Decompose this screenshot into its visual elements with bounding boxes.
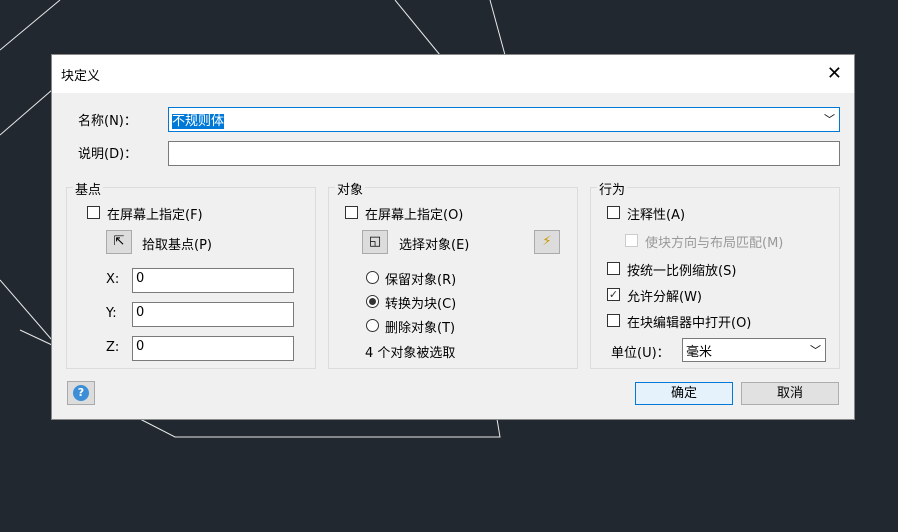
quick-select-icon[interactable]: ⚡: [534, 230, 560, 254]
x-input[interactable]: 0: [132, 268, 294, 293]
convert-label: 转换为块(C): [385, 297, 457, 312]
z-input[interactable]: 0: [132, 336, 294, 361]
match-orientation-label: 使块方向与布局匹配(M): [645, 236, 784, 251]
behavior-group: 行为 注释性(A) 使块方向与布局匹配(M) 按统一比例缩放(S) ✓ 允许分解…: [590, 179, 840, 369]
base-specify-label: 在屏幕上指定(F): [107, 208, 203, 223]
select-objects-icon[interactable]: ◱: [362, 230, 388, 254]
objects-title: 对象: [335, 179, 366, 198]
unit-value: 毫米: [686, 345, 713, 360]
select-objects-button[interactable]: 选择对象(E): [399, 234, 469, 253]
retain-radio[interactable]: [366, 271, 379, 284]
scale-uniformly-label: 按统一比例缩放(S): [627, 264, 737, 279]
behavior-title: 行为: [597, 179, 628, 198]
delete-label: 删除对象(T): [385, 321, 456, 336]
match-orientation-checkbox[interactable]: [625, 234, 638, 247]
pick-point-icon[interactable]: ⇱: [106, 230, 132, 254]
description-label: 说明(D)：: [78, 147, 138, 162]
open-in-editor-checkbox[interactable]: [607, 314, 620, 327]
chevron-down-icon[interactable]: ﹀: [824, 111, 835, 127]
pick-point-button[interactable]: 拾取基点(P): [142, 234, 212, 253]
title-bar: 块定义 ✕: [52, 55, 854, 93]
base-specify-checkbox[interactable]: [87, 206, 100, 219]
y-label: Y:: [106, 306, 117, 321]
retain-label: 保留对象(R): [385, 273, 457, 288]
name-value: 不规则体: [172, 114, 225, 129]
unit-select[interactable]: 毫米 ﹀: [682, 338, 826, 362]
z-label: Z:: [106, 340, 120, 355]
y-input[interactable]: 0: [132, 302, 294, 327]
scale-uniformly-checkbox[interactable]: [607, 262, 620, 275]
annotative-label: 注释性(A): [627, 208, 686, 223]
name-combobox[interactable]: 不规则体 ﹀: [168, 107, 840, 132]
annotative-checkbox[interactable]: [607, 206, 620, 219]
allow-explode-label: 允许分解(W): [627, 290, 702, 305]
allow-explode-checkbox[interactable]: ✓: [607, 288, 620, 301]
x-label: X:: [106, 272, 120, 287]
ok-button[interactable]: 确定: [635, 382, 733, 405]
objects-specify-label: 在屏幕上指定(O): [365, 208, 464, 223]
convert-radio[interactable]: [366, 295, 379, 308]
block-definition-dialog: 块定义 ✕ 名称(N)： 不规则体 ﹀ 说明(D)： 基点 在屏幕上指定(F) …: [52, 55, 854, 419]
base-point-group: 基点 在屏幕上指定(F) ⇱ 拾取基点(P) X: 0 Y: 0 Z: 0: [66, 179, 316, 369]
close-icon[interactable]: ✕: [827, 63, 842, 84]
selected-count: 4 个对象被选取: [365, 346, 456, 361]
description-input[interactable]: [168, 141, 840, 166]
objects-group: 对象 在屏幕上指定(O) ◱ 选择对象(E) ⚡ 保留对象(R) 转换为块(C)…: [328, 179, 578, 369]
help-button[interactable]: ?: [67, 381, 95, 405]
base-point-title: 基点: [73, 179, 104, 198]
unit-label: 单位(U)：: [611, 346, 670, 361]
open-in-editor-label: 在块编辑器中打开(O): [627, 316, 752, 331]
dialog-title: 块定义: [61, 69, 101, 84]
name-label: 名称(N)：: [78, 114, 137, 129]
objects-specify-checkbox[interactable]: [345, 206, 358, 219]
help-icon: ?: [73, 385, 89, 401]
delete-radio[interactable]: [366, 319, 379, 332]
cancel-button[interactable]: 取消: [741, 382, 839, 405]
chevron-down-icon[interactable]: ﹀: [810, 342, 821, 358]
